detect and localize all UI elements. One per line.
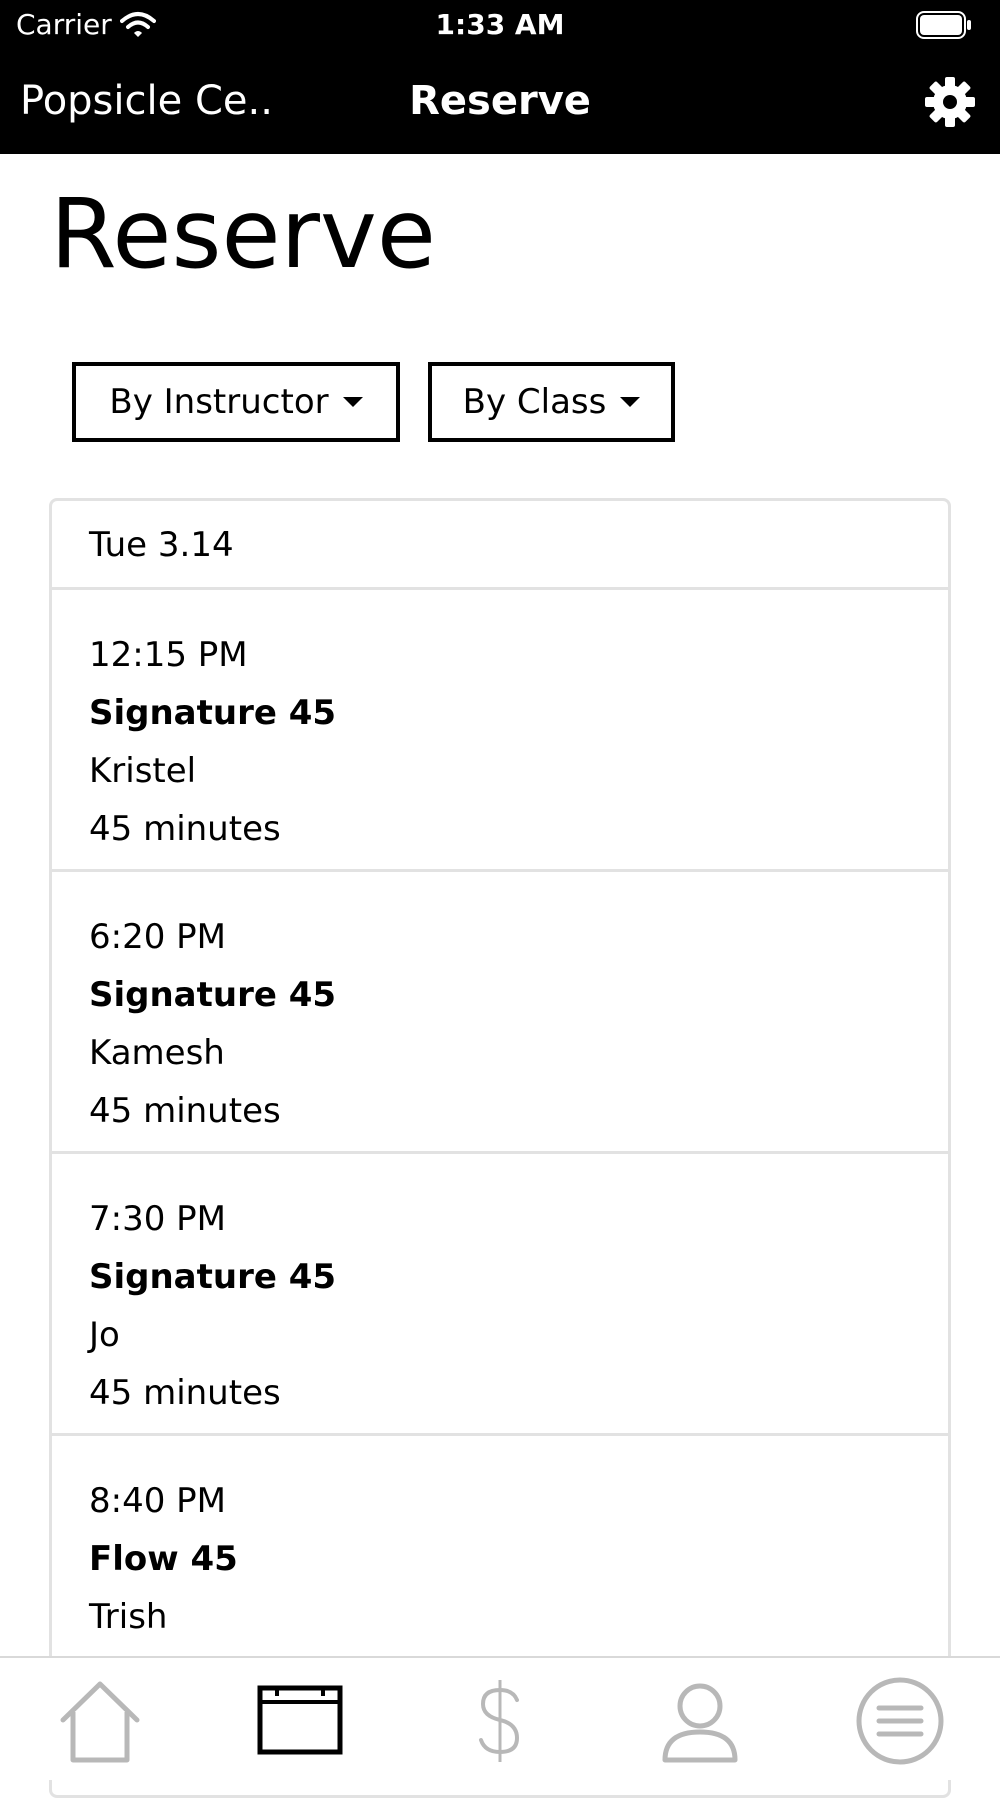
- session-time: 6:20 PM: [89, 917, 226, 957]
- top-bar: Carrier 1:33 AM Popsicle Ce.. Reserve: [0, 0, 1000, 154]
- tab-home[interactable]: [55, 1676, 145, 1766]
- session-class-name: Flow 45: [89, 1539, 238, 1579]
- session-instructor: Trish: [89, 1597, 168, 1637]
- battery-icon: [916, 11, 971, 39]
- session-duration: 45 minutes: [89, 809, 281, 849]
- session-time: 8:40 PM: [89, 1481, 226, 1521]
- session-instructor: Kamesh: [89, 1033, 225, 1073]
- class-session[interactable]: 12:15 PM Signature 45 Kristel 45 minutes: [52, 590, 948, 872]
- session-class-name: Signature 45: [89, 975, 337, 1015]
- gear-icon[interactable]: [924, 76, 976, 128]
- session-class-name: Signature 45: [89, 693, 337, 733]
- caret-down-icon: [342, 397, 363, 407]
- by-instructor-dropdown[interactable]: By Instructor: [72, 362, 400, 442]
- session-time: 7:30 PM: [89, 1199, 226, 1239]
- status-time: 1:33 AM: [435, 8, 565, 41]
- schedule-card: Tue 3.14 12:15 PM Signature 45 Kristel 4…: [49, 498, 951, 1798]
- by-instructor-label: By Instructor: [109, 382, 329, 422]
- person-icon: [662, 1683, 738, 1763]
- session-duration: 45 minutes: [89, 1091, 281, 1131]
- tab-bar: [0, 1656, 1000, 1780]
- page-title: Reserve: [50, 178, 436, 290]
- by-class-dropdown[interactable]: By Class: [428, 362, 675, 442]
- class-session[interactable]: 6:20 PM Signature 45 Kamesh 45 minutes: [52, 872, 948, 1154]
- tab-pricing[interactable]: [455, 1676, 545, 1766]
- class-session[interactable]: 7:30 PM Signature 45 Jo 45 minutes: [52, 1154, 948, 1436]
- session-class-name: Signature 45: [89, 1257, 337, 1297]
- schedule-date: Tue 3.14: [52, 501, 948, 590]
- nav-title: Reserve: [409, 78, 591, 124]
- session-time: 12:15 PM: [89, 635, 248, 675]
- by-class-label: By Class: [462, 382, 607, 422]
- session-instructor: Kristel: [89, 751, 197, 791]
- session-instructor: Jo: [89, 1315, 120, 1355]
- dollar-icon: [479, 1680, 520, 1762]
- calendar-icon: [257, 1685, 343, 1755]
- tab-profile[interactable]: [655, 1676, 745, 1766]
- caret-down-icon: [620, 397, 641, 407]
- tab-schedule[interactable]: [255, 1676, 345, 1766]
- menu-icon: [856, 1677, 944, 1765]
- tab-menu[interactable]: [855, 1676, 945, 1766]
- home-icon: [60, 1681, 140, 1763]
- session-duration: 45 minutes: [89, 1373, 281, 1413]
